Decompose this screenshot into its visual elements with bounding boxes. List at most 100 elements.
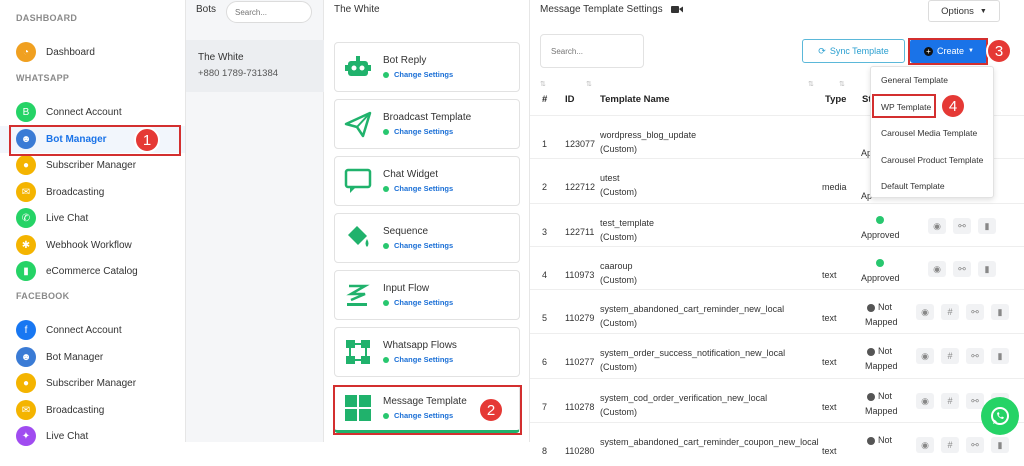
unlink-icon[interactable]: ⚯ [966, 304, 984, 320]
sidebar-item-broadcasting[interactable]: ✉ Broadcasting [0, 179, 185, 206]
sidebar-section-dashboard: DASHBOARD [16, 13, 78, 23]
column-header-id[interactable]: ID [565, 94, 575, 105]
change-settings-link[interactable]: Change Settings [383, 355, 457, 364]
change-settings-link[interactable]: Change Settings [383, 127, 471, 136]
caret-down-icon: ▼ [979, 7, 987, 15]
sidebar-item-live-chat[interactable]: ✦ Live Chat [0, 423, 185, 450]
settings-card-label: Input Flow [383, 283, 430, 294]
eye-icon[interactable]: ◉ [916, 393, 934, 409]
callout-badge-2: 2 [478, 397, 504, 423]
gauge-icon: ◔ [16, 42, 36, 63]
trash-icon[interactable]: ▮ [991, 437, 1009, 453]
template-search-input[interactable] [540, 34, 644, 68]
row-template-name: system_order_success_notification_new_lo… [600, 348, 786, 358]
bots-search-input[interactable] [226, 1, 312, 23]
highlight-box-wp-template [872, 94, 936, 118]
highlight-box-create [908, 38, 988, 65]
row-type: media [822, 182, 847, 192]
status-dot [876, 259, 884, 267]
sidebar-item-connect-account[interactable]: B Connect Account [0, 99, 185, 126]
change-settings-link[interactable]: Change Settings [383, 184, 453, 193]
dropdown-item-carousel-media-template[interactable]: Carousel Media Template [871, 120, 993, 147]
settings-card-broadcast-template[interactable]: Broadcast Template Change Settings [334, 99, 520, 149]
settings-card-label: Sequence [383, 226, 429, 237]
sidebar-item-dashboard[interactable]: ◔ Dashboard [0, 39, 185, 66]
sidebar-item-webhook-workflow[interactable]: ✱ Webhook Workflow [0, 232, 185, 259]
callout-badge-3: 3 [986, 38, 1012, 64]
robot-icon [345, 56, 371, 76]
settings-card-chat-widget[interactable]: Chat Widget Change Settings [334, 156, 520, 206]
table-row: 8 110280 system_abandoned_cart_reminder_co… [530, 422, 1024, 466]
row-type: text [822, 446, 837, 456]
column-header-type[interactable]: Type [825, 94, 846, 105]
row-id: 122712 [565, 182, 596, 192]
settings-card-sequence[interactable]: Sequence Change Settings [334, 213, 520, 263]
hash-icon[interactable]: # [941, 437, 959, 453]
eye-icon[interactable]: ◉ [928, 218, 946, 234]
hash-icon[interactable]: # [941, 304, 959, 320]
webhook-icon: ✱ [16, 235, 36, 256]
unlink-icon[interactable]: ⚯ [966, 393, 984, 409]
unlink-icon[interactable]: ⚯ [953, 218, 971, 234]
row-template-name: system_cod_order_verification_new_local [600, 393, 768, 403]
sort-icon[interactable]: ⇅ [808, 80, 814, 88]
row-status: Approved [861, 230, 900, 240]
sort-icon[interactable]: ⇅ [839, 80, 845, 88]
sidebar-item-bot-manager[interactable]: ☻ Bot Manager [0, 344, 185, 371]
change-settings-link[interactable]: Change Settings [383, 298, 453, 307]
change-settings-link[interactable]: Change Settings [383, 70, 453, 79]
sidebar-item-broadcasting[interactable]: ✉ Broadcasting [0, 397, 185, 424]
sidebar-item-live-chat[interactable]: ✆ Live Chat [0, 205, 185, 232]
unlink-icon[interactable]: ⚯ [966, 437, 984, 453]
trash-icon[interactable]: ▮ [991, 348, 1009, 364]
sync-template-button[interactable]: ⟳ Sync Template [802, 39, 905, 63]
column-header-name[interactable]: Template Name [600, 94, 670, 105]
trash-icon[interactable]: ▮ [978, 218, 996, 234]
row-status-2: Mapped [865, 317, 898, 327]
eye-icon[interactable]: ◉ [916, 437, 934, 453]
settings-card-input-flow[interactable]: Input Flow Change Settings [334, 270, 520, 320]
change-settings-label: Change Settings [394, 70, 454, 79]
settings-card-label: Broadcast Template [383, 112, 472, 123]
trash-icon[interactable]: ▮ [978, 261, 996, 277]
whatsapp-icon: ✆ [16, 208, 36, 229]
row-num: 7 [542, 402, 548, 412]
row-num: 4 [542, 270, 548, 280]
whatsapp-float-button[interactable] [981, 397, 1019, 435]
eye-icon[interactable]: ◉ [928, 261, 946, 277]
status-dot [383, 356, 389, 363]
catalog-icon: ▮ [16, 261, 36, 282]
sort-icon[interactable]: ⇅ [540, 80, 546, 88]
eye-icon[interactable]: ◉ [916, 304, 934, 320]
sidebar-item-subscriber-manager[interactable]: ● Subscriber Manager [0, 370, 185, 397]
dropdown-item-default-template[interactable]: Default Template [871, 173, 993, 200]
trash-icon[interactable]: ▮ [991, 304, 1009, 320]
settings-card-text: Sequence Change Settings [383, 226, 453, 250]
bot-item-the-white[interactable]: The White +880 1789-731384 [186, 40, 324, 92]
eye-icon[interactable]: ◉ [916, 348, 934, 364]
sidebar-item-label: Subscriber Manager [46, 159, 137, 171]
sidebar-item-ecommerce-catalog[interactable]: ▮ eCommerce Catalog [0, 258, 185, 285]
sidebar-section-whatsapp: WHATSAPP [16, 73, 70, 83]
options-button[interactable]: Options ▼ [928, 0, 1000, 22]
dropdown-item-general-template[interactable]: General Template [871, 67, 993, 94]
status-dot [876, 216, 884, 224]
status-dot [383, 242, 389, 249]
row-type: text [822, 313, 837, 323]
row-id: 110973 [565, 270, 595, 280]
hash-icon[interactable]: # [941, 348, 959, 364]
whatsapp-business-icon: B [16, 102, 36, 123]
sidebar-item-connect-account[interactable]: f Connect Account [0, 317, 185, 344]
sidebar-item-label: Webhook Workflow [46, 239, 132, 251]
change-settings-link[interactable]: Change Settings [383, 241, 453, 250]
row-id: 110280 [565, 446, 595, 456]
row-template-name: test_template [600, 218, 655, 228]
unlink-icon[interactable]: ⚯ [966, 348, 984, 364]
dropdown-item-carousel-product-template[interactable]: Carousel Product Template [871, 147, 993, 174]
hash-icon[interactable]: # [941, 393, 959, 409]
settings-card-bot-reply[interactable]: Bot Reply Change Settings [334, 42, 520, 92]
sort-icon[interactable]: ⇅ [586, 80, 592, 88]
unlink-icon[interactable]: ⚯ [953, 261, 971, 277]
row-num: 3 [542, 227, 548, 237]
settings-card-whatsapp-flows[interactable]: Whatsapp Flows Change Settings [334, 327, 520, 377]
